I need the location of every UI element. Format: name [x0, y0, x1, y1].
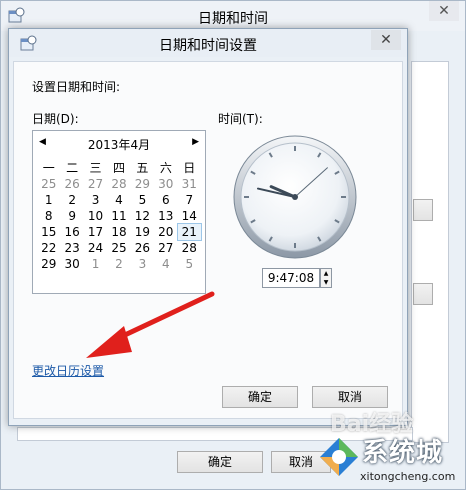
- dialog-titlebar: 日期和时间设置 ✕: [9, 29, 407, 57]
- calendar-day[interactable]: 6: [154, 192, 177, 208]
- site-watermark: 系统城 xitongcheng.com: [300, 430, 466, 490]
- calendar-day[interactable]: 26: [131, 240, 154, 256]
- dialog-title: 日期和时间设置: [159, 38, 257, 54]
- calendar-day[interactable]: 21: [176, 223, 203, 241]
- dialog-close-button[interactable]: ✕: [371, 30, 401, 50]
- calendar-day[interactable]: 5: [178, 256, 201, 272]
- weekday-header: 一: [42, 161, 55, 175]
- dialog-ok-button[interactable]: 确定: [222, 386, 298, 408]
- outer-close-button[interactable]: ✕: [429, 1, 459, 21]
- calendar-day[interactable]: 25: [37, 176, 60, 192]
- calendar-day[interactable]: 14: [178, 208, 201, 224]
- calendar-header: ◀ 2013年4月 ▶: [33, 135, 205, 153]
- calendar-day[interactable]: 1: [37, 192, 60, 208]
- calendar-day[interactable]: 7: [178, 192, 201, 208]
- time-input[interactable]: 9:47:08: [262, 268, 320, 288]
- logo-icon: [320, 438, 358, 476]
- date-label: 日期(D):: [32, 112, 79, 126]
- change-calendar-settings-link[interactable]: 更改日历设置: [32, 362, 104, 379]
- calendar-day[interactable]: 17: [84, 224, 107, 240]
- watermark-brand: 系统城: [362, 438, 444, 468]
- calendar-day[interactable]: 23: [60, 240, 83, 256]
- calendar-day[interactable]: 2: [107, 256, 130, 272]
- time-label: 时间(T):: [218, 112, 263, 126]
- calendar-day[interactable]: 29: [131, 176, 154, 192]
- calendar-day[interactable]: 3: [131, 256, 154, 272]
- outer-side-button-1[interactable]: [413, 199, 433, 221]
- outer-right-panel: [411, 61, 449, 443]
- dialog-cancel-button[interactable]: 取消: [312, 386, 388, 408]
- calendar-day[interactable]: 27: [154, 240, 177, 256]
- calendar-month-label[interactable]: 2013年4月: [33, 136, 205, 153]
- outer-window-title: 日期和时间: [198, 11, 268, 27]
- weekday-header: 日: [183, 161, 196, 175]
- calendar-day[interactable]: 20: [154, 224, 177, 240]
- calendar: ◀ 2013年4月 ▶ 一二三四五六日 25 26 27 28 29 30 31 1 2 3 4 5 6 7…: [32, 130, 206, 294]
- calendar-day[interactable]: 22: [37, 240, 60, 256]
- calendar-day[interactable]: 16: [60, 224, 83, 240]
- outer-side-button-2[interactable]: [413, 283, 433, 305]
- calendar-day[interactable]: 8: [37, 208, 60, 224]
- outer-ok-button[interactable]: 确定: [177, 451, 263, 473]
- calendar-day[interactable]: 28: [178, 240, 201, 256]
- time-spinner[interactable]: ▲ ▼: [320, 268, 332, 288]
- calendar-day[interactable]: 10: [84, 208, 107, 224]
- calendar-day[interactable]: 11: [107, 208, 130, 224]
- calendar-day[interactable]: 31: [178, 176, 201, 192]
- set-date-time-heading: 设置日期和时间:: [32, 80, 121, 94]
- spin-up-icon[interactable]: ▲: [321, 269, 331, 278]
- calendar-day[interactable]: 4: [154, 256, 177, 272]
- weekday-header: 三: [89, 161, 102, 175]
- calendar-day[interactable]: 13: [154, 208, 177, 224]
- calendar-day[interactable]: 26: [60, 176, 83, 192]
- calendar-day[interactable]: 15: [37, 224, 60, 240]
- watermark-url: xitongcheng.com: [360, 470, 456, 483]
- calendar-day[interactable]: 30: [60, 256, 83, 272]
- weekday-header: 六: [159, 161, 172, 175]
- calendar-day[interactable]: 18: [107, 224, 130, 240]
- calendar-day[interactable]: 2: [60, 192, 83, 208]
- calendar-day[interactable]: 1: [84, 256, 107, 272]
- next-month-button[interactable]: ▶: [192, 137, 199, 147]
- calendar-day[interactable]: 4: [107, 192, 130, 208]
- calendar-grid: 一二三四五六日 25 26 27 28 29 30 31 1 2 3 4 5 6 7 8 9 10 11 12 13 14…: [37, 159, 203, 272]
- calendar-day[interactable]: 25: [107, 240, 130, 256]
- calendar-day[interactable]: 19: [131, 224, 154, 240]
- calendar-day[interactable]: 29: [37, 256, 60, 272]
- calendar-day[interactable]: 9: [60, 208, 83, 224]
- calendar-day[interactable]: 3: [84, 192, 107, 208]
- calendar-day[interactable]: 12: [131, 208, 154, 224]
- weekday-header: 五: [136, 161, 149, 175]
- calendar-day[interactable]: 5: [131, 192, 154, 208]
- calendar-day[interactable]: 30: [154, 176, 177, 192]
- red-arrow-annotation: [86, 291, 215, 358]
- weekday-header: 二: [66, 161, 79, 175]
- weekday-header: 四: [112, 161, 125, 175]
- analog-clock: [233, 135, 357, 259]
- calendar-day[interactable]: 24: [84, 240, 107, 256]
- outer-titlebar: 日期和时间 ✕: [1, 1, 465, 31]
- calendar-day[interactable]: 27: [84, 176, 107, 192]
- calendar-day[interactable]: 28: [107, 176, 130, 192]
- spin-down-icon[interactable]: ▼: [321, 278, 331, 287]
